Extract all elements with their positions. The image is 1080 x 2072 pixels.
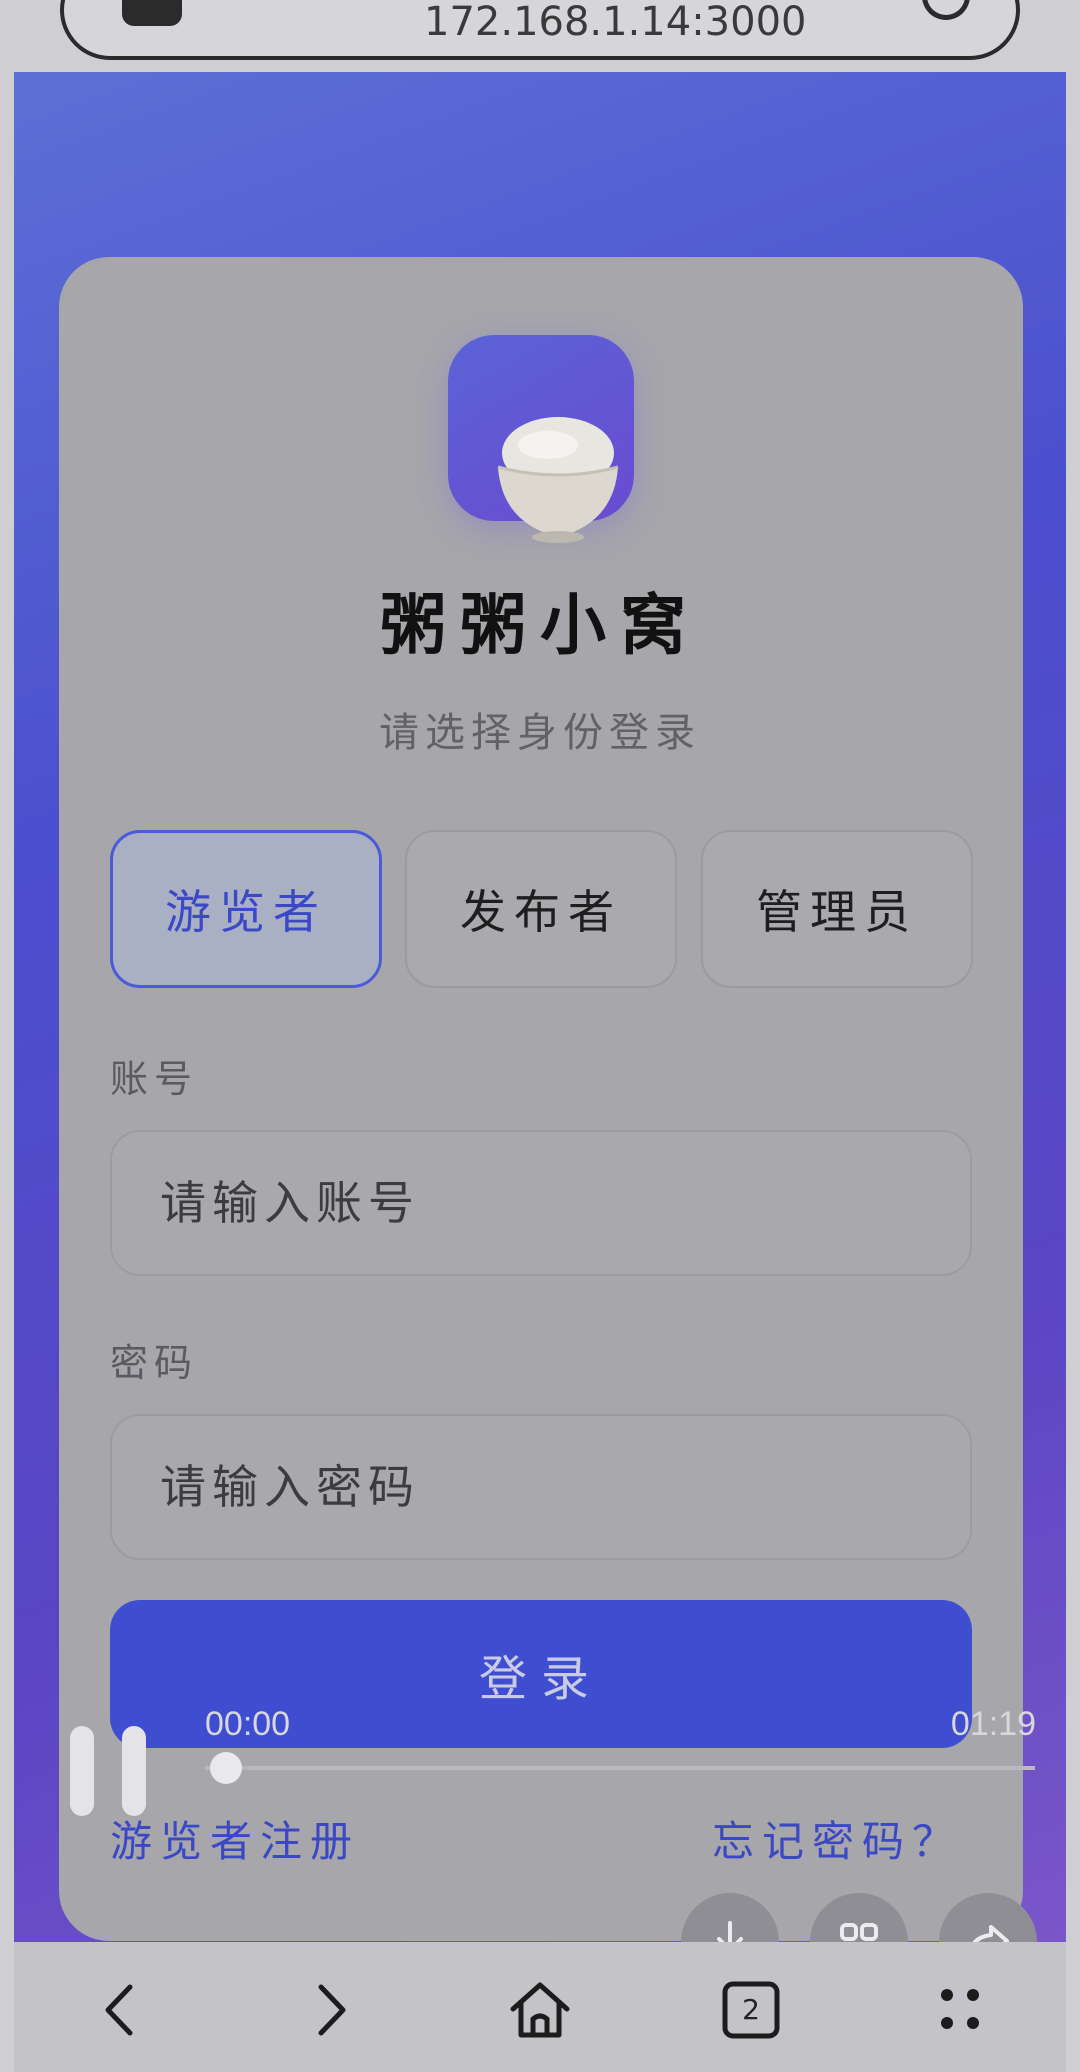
tab-count: 2 <box>742 1993 760 2026</box>
password-input[interactable] <box>110 1414 972 1560</box>
more-button[interactable] <box>925 1975 995 2045</box>
address-text: 172.168.1.14:3000 <box>424 2 807 42</box>
register-link[interactable]: 游览者注册 <box>110 1808 360 1869</box>
forward-button[interactable] <box>295 1975 365 2045</box>
back-icon <box>105 1984 133 2036</box>
password-label: 密码 <box>110 1341 199 1385</box>
login-subtitle: 请选择身份登录 <box>379 710 701 756</box>
video-current-time: 00:00 <box>205 1705 291 1743</box>
video-progress-track[interactable] <box>205 1766 1035 1770</box>
account-input[interactable] <box>110 1130 972 1276</box>
account-label: 账号 <box>110 1057 199 1101</box>
browser-address-bar: 172.168.1.14:3000 <box>0 0 1080 72</box>
app-title: 粥粥小窝 <box>380 586 700 664</box>
address-field[interactable]: 172.168.1.14:3000 <box>60 0 1020 60</box>
role-admin-button[interactable]: 管理员 <box>701 830 973 988</box>
home-icon <box>510 1982 570 2038</box>
lock-icon <box>122 0 182 26</box>
forgot-password-link[interactable]: 忘记密码？ <box>712 1808 962 1869</box>
back-button[interactable] <box>86 1975 156 2045</box>
tabs-button[interactable]: 2 <box>716 1975 786 2045</box>
role-visitor-button[interactable]: 游览者 <box>110 830 382 988</box>
more-icon <box>941 1989 979 2029</box>
rice-bowl-icon <box>497 417 619 543</box>
video-total-time: 01:19 <box>950 1705 1036 1743</box>
forward-icon <box>318 1984 346 2036</box>
refresh-icon[interactable] <box>922 0 970 20</box>
home-button[interactable] <box>505 1975 575 2045</box>
role-publisher-button[interactable]: 发布者 <box>405 830 677 988</box>
video-progress-knob[interactable] <box>210 1752 242 1784</box>
pause-icon[interactable] <box>70 1726 146 1816</box>
